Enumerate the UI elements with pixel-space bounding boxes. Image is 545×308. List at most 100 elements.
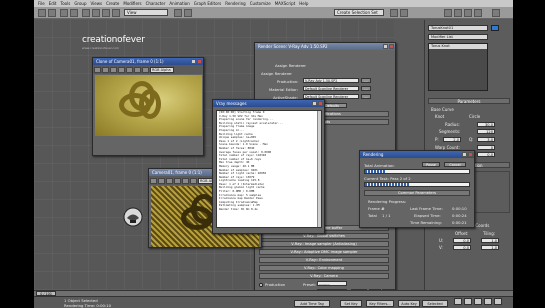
menu-item-modifiers[interactable]: Modifiers: [123, 0, 141, 7]
selected-dropdown[interactable]: Selected: [422, 300, 448, 307]
menu-item-customize[interactable]: Customize: [250, 0, 271, 7]
red-channel-icon[interactable]: [110, 66, 117, 73]
assign-material-button[interactable]: ...: [361, 86, 371, 91]
clone-frame-icon[interactable]: [158, 177, 165, 184]
minimize-icon[interactable]: [312, 101, 317, 106]
move-icon[interactable]: [92, 9, 100, 17]
menu-item-file[interactable]: File: [38, 0, 45, 7]
red-channel-icon[interactable]: [166, 177, 173, 184]
parameters-rollout[interactable]: Parameters: [428, 98, 510, 104]
assign-activeshade-button[interactable]: ...: [361, 94, 371, 99]
blue-channel-icon[interactable]: [126, 66, 133, 73]
auto-key-button[interactable]: Auto Key: [398, 300, 420, 307]
rollout-image-sampler[interactable]: V-Ray:: Image sampler (Antialiasing): [259, 241, 389, 247]
link-icon[interactable]: [60, 9, 68, 17]
cancel-render-button[interactable]: Cancel: [444, 162, 466, 167]
knot-radio-label[interactable]: Knot: [435, 114, 444, 119]
message-log[interactable]: [00:00:00] Starting frame 0 V-Ray 1.50 SP…: [216, 110, 322, 228]
modifier-stack[interactable]: Torus Knot: [428, 43, 488, 91]
u-offset-spinner[interactable]: 0.0: [453, 238, 471, 243]
render-frame-icon[interactable]: [464, 9, 472, 17]
alpha-channel-icon[interactable]: [134, 66, 141, 73]
rendering-progress-titlebar[interactable]: Rendering: [360, 151, 474, 158]
minimize-icon[interactable]: [191, 59, 196, 64]
common-parameters-rollout[interactable]: Common Parameters: [364, 190, 470, 196]
p-spinner[interactable]: 2.0: [443, 137, 461, 142]
rendering-progress-window[interactable]: Rendering Total Animation: Pause Cancel …: [359, 150, 475, 228]
named-selection-set-dropdown[interactable]: Create Selection Set: [334, 9, 384, 16]
menu-item-create[interactable]: Create: [106, 0, 119, 7]
material-editor-renderer-field[interactable]: Default Scanline Renderer: [303, 86, 359, 91]
green-channel-icon[interactable]: [174, 177, 181, 184]
mirror-icon[interactable]: [390, 9, 398, 17]
set-key-button[interactable]: Set Key: [340, 300, 362, 307]
clear-icon[interactable]: [142, 66, 149, 73]
production-renderer-field[interactable]: V-Ray Adv 1.50.SP2: [303, 78, 359, 83]
segments-spinner[interactable]: 120: [477, 129, 495, 134]
clone-frame-buffer-window[interactable]: Clone of Camera01, frame 0 (1:1) RGB Alp…: [92, 57, 204, 156]
menu-item-graph-editors[interactable]: Graph Editors: [194, 0, 221, 7]
object-color-swatch[interactable]: [491, 25, 499, 31]
close-icon[interactable]: [389, 44, 394, 49]
key-filters-button[interactable]: Key Filters...: [366, 300, 394, 307]
redo-icon[interactable]: [48, 9, 56, 17]
scale-icon[interactable]: [112, 9, 120, 17]
object-name-field[interactable]: TorusKnot01: [428, 25, 488, 31]
unlink-icon[interactable]: [70, 9, 78, 17]
alpha-channel-icon[interactable]: [190, 177, 197, 184]
material-editor-icon[interactable]: [444, 9, 452, 17]
close-icon[interactable]: [468, 152, 473, 157]
preset-dropdown[interactable]: ---------: [317, 281, 347, 286]
clone-frame-icon[interactable]: [102, 66, 109, 73]
snap-icon[interactable]: [174, 9, 182, 17]
production-radio[interactable]: [259, 283, 263, 287]
menu-item-group[interactable]: Group: [74, 0, 86, 7]
v-offset-spinner[interactable]: 0.0: [453, 245, 471, 250]
next-frame-icon[interactable]: [464, 298, 472, 305]
menu-item-rendering[interactable]: Rendering: [225, 0, 245, 7]
clone-frame-buffer-titlebar[interactable]: Clone of Camera01, frame 0 (1:1): [93, 58, 203, 65]
vray-messages-window[interactable]: Vray messages [00:00:00] Starting frame …: [212, 99, 325, 234]
save-image-icon[interactable]: [94, 66, 101, 73]
rotate-icon[interactable]: [102, 9, 110, 17]
menu-item-character[interactable]: Character: [146, 0, 166, 7]
rollout-environment[interactable]: V-Ray:: Environment: [259, 257, 389, 263]
minimize-icon[interactable]: [462, 152, 467, 157]
render-setup-icon[interactable]: [454, 9, 462, 17]
vray-messages-titlebar[interactable]: Vray messages: [213, 100, 324, 107]
play-icon[interactable]: [454, 298, 462, 305]
rollout-adaptive-dmc[interactable]: V-Ray:: Adaptive DMC image sampler: [259, 249, 389, 255]
align-icon[interactable]: [400, 9, 408, 17]
blue-channel-icon[interactable]: [182, 177, 189, 184]
menu-item-edit[interactable]: Edit: [49, 0, 57, 7]
close-icon[interactable]: [197, 59, 202, 64]
orbit-icon[interactable]: [494, 298, 502, 305]
rollout-color-mapping[interactable]: V-Ray:: Color mapping: [259, 265, 389, 271]
zoom-icon[interactable]: [474, 298, 482, 305]
pause-button[interactable]: Pause: [422, 162, 440, 167]
message-log-scrollbar[interactable]: [317, 111, 321, 227]
circle-radio-label[interactable]: Circle: [469, 114, 480, 119]
warp-count-spinner[interactable]: 0: [477, 145, 495, 150]
menu-item-maxscript[interactable]: MAXScript: [275, 0, 296, 7]
menu-item-help[interactable]: Help: [299, 0, 308, 7]
channel-dropdown[interactable]: RGB Alpha: [150, 66, 174, 73]
minimize-icon[interactable]: [383, 44, 388, 49]
angle-snap-icon[interactable]: [184, 9, 192, 17]
undo-icon[interactable]: [38, 9, 46, 17]
v-tiling-spinner[interactable]: 1.0: [481, 245, 499, 250]
green-channel-icon[interactable]: [118, 66, 125, 73]
menu-item-views[interactable]: Views: [91, 0, 103, 7]
warp-height-spinner[interactable]: 0.0: [477, 152, 495, 157]
reference-coordinate-dropdown[interactable]: View: [124, 9, 168, 16]
rollout-camera[interactable]: V-Ray:: Camera: [259, 273, 389, 279]
close-icon[interactable]: [318, 101, 323, 106]
modifier-stack-item[interactable]: Torus Knot: [429, 44, 487, 49]
u-tiling-spinner[interactable]: 1.0: [481, 238, 499, 243]
pan-icon[interactable]: [484, 298, 492, 305]
assign-production-button[interactable]: ...: [361, 78, 371, 83]
q-spinner[interactable]: 3.0: [477, 137, 495, 142]
add-time-tag-button[interactable]: Add Time Tag: [294, 300, 330, 307]
menu-item-tools[interactable]: Tools: [60, 0, 70, 7]
save-image-icon[interactable]: [150, 177, 157, 184]
